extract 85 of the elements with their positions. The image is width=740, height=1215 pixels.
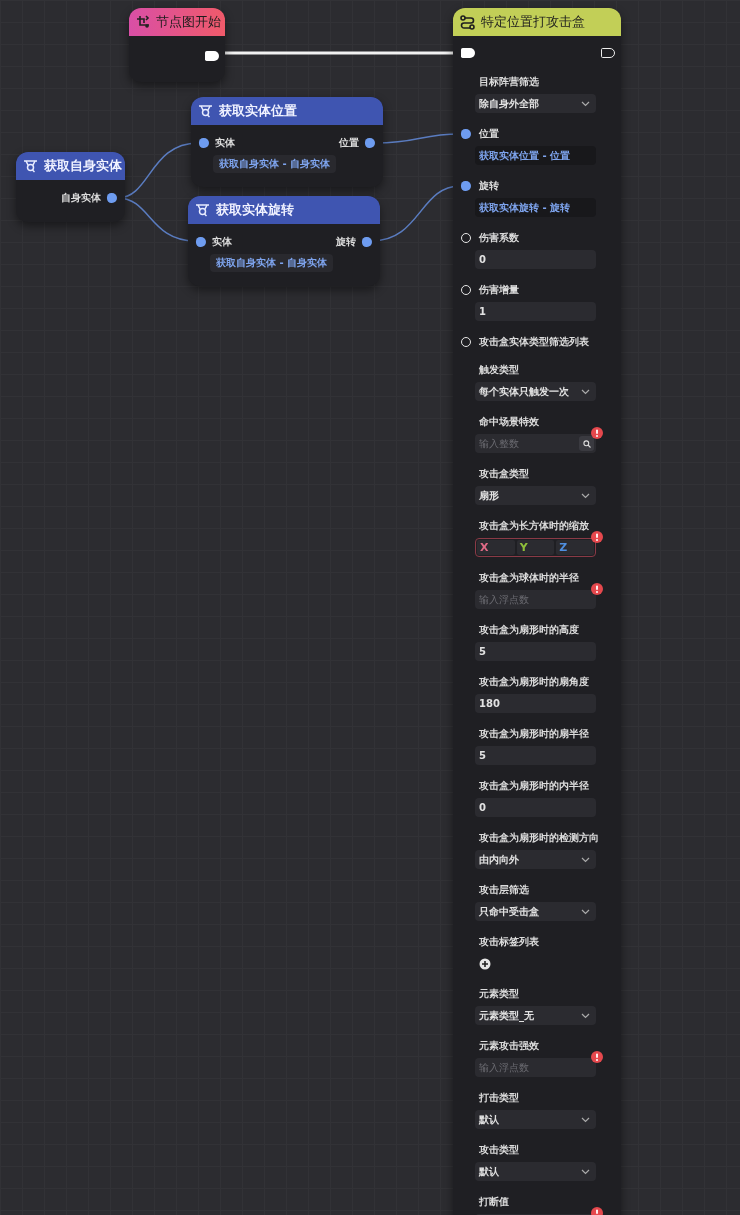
port-label: 实体 bbox=[212, 235, 232, 249]
axis-label: Y bbox=[519, 542, 528, 553]
axis-label: Z bbox=[559, 542, 568, 553]
flow-icon bbox=[136, 15, 150, 29]
input-port[interactable] bbox=[461, 181, 471, 191]
reference-field: 获取实体位置 - 位置 bbox=[475, 146, 596, 165]
dropdown[interactable]: 扇形 bbox=[475, 486, 596, 505]
parameter-label: 旋转 bbox=[479, 179, 499, 193]
chevron-down-icon bbox=[581, 388, 590, 395]
parameter-label: 位置 bbox=[479, 127, 499, 141]
dropdown[interactable]: 默认 bbox=[475, 1162, 596, 1181]
parameter-label: 攻击盒实体类型筛选列表 bbox=[479, 335, 589, 349]
parameter-label: 命中场景特效 bbox=[479, 415, 539, 429]
path-icon bbox=[460, 14, 475, 30]
node-title: 获取自身实体 bbox=[44, 157, 122, 175]
dropdown[interactable]: 只命中受击盒 bbox=[475, 902, 596, 921]
add-icon[interactable] bbox=[479, 957, 491, 970]
parameter-label: 攻击盒为扇形时的扇半径 bbox=[479, 727, 589, 741]
input-field[interactable]: 5 bbox=[475, 642, 596, 661]
chevron-down-icon bbox=[581, 1168, 590, 1175]
output-port[interactable] bbox=[365, 138, 375, 148]
port-label: 位置 bbox=[339, 136, 359, 150]
parameter-label: 攻击类型 bbox=[479, 1143, 519, 1157]
parameter-label: 打断值 bbox=[479, 1195, 509, 1209]
parameter-label: 攻击盒为扇形时的高度 bbox=[479, 623, 579, 637]
port-label: 实体 bbox=[215, 136, 235, 150]
chevron-down-icon bbox=[581, 1012, 590, 1019]
exec-output-port[interactable] bbox=[205, 51, 219, 61]
parameter-label: 攻击盒为扇形时的检测方向 bbox=[479, 831, 599, 845]
dropdown[interactable]: 除自身外全部 bbox=[475, 94, 596, 113]
input-port[interactable] bbox=[199, 138, 209, 148]
parameter-label: 攻击盒为扇形时的内半径 bbox=[479, 779, 589, 793]
input-field[interactable]: 1 bbox=[475, 302, 596, 321]
parameter-label: 伤害增量 bbox=[479, 283, 519, 297]
port-label: 自身实体 bbox=[61, 191, 101, 205]
input-port[interactable] bbox=[196, 237, 206, 247]
dropdown[interactable]: 默认 bbox=[475, 1110, 596, 1129]
filter-icon bbox=[23, 159, 38, 173]
output-port[interactable] bbox=[107, 193, 117, 203]
parameter-label: 伤害系数 bbox=[479, 231, 519, 245]
parameter-label: 攻击盒为长方体时的缩放 bbox=[479, 519, 589, 533]
parameter-label: 攻击盒为球体时的半径 bbox=[479, 571, 579, 585]
port-label: 旋转 bbox=[336, 235, 356, 249]
graph-node[interactable]: 节点图开始 bbox=[129, 8, 225, 82]
filter-icon bbox=[195, 203, 210, 217]
chevron-down-icon bbox=[581, 908, 590, 915]
parameter-label: 攻击层筛选 bbox=[479, 883, 529, 897]
parameter-label: 攻击盒类型 bbox=[479, 467, 529, 481]
graph-node[interactable] bbox=[453, 8, 621, 1215]
parameter-label: 元素类型 bbox=[479, 987, 519, 1001]
input-field[interactable]: 5 bbox=[475, 746, 596, 765]
dropdown[interactable]: 由内向外 bbox=[475, 850, 596, 869]
reference-field: 获取实体旋转 - 旋转 bbox=[475, 198, 596, 217]
graph-node[interactable]: 获取自身实体 自身实体 bbox=[16, 152, 125, 222]
exec-input-port[interactable] bbox=[461, 48, 475, 58]
graph-node[interactable]: 获取实体旋转 实体 旋转 获取自身实体 - 自身实体 bbox=[188, 196, 380, 286]
input-port[interactable] bbox=[461, 129, 471, 139]
filter-icon bbox=[198, 104, 213, 118]
parameter-label: 元素攻击强效 bbox=[479, 1039, 539, 1053]
chevron-down-icon bbox=[581, 856, 590, 863]
vector-field[interactable]: X Y Z bbox=[475, 538, 596, 557]
input-field[interactable]: 0 bbox=[475, 250, 596, 269]
search-button[interactable] bbox=[579, 436, 594, 451]
dropdown[interactable]: 元素类型_无 bbox=[475, 1006, 596, 1025]
dropdown[interactable]: 每个实体只触发一次 bbox=[475, 382, 596, 401]
search-icon bbox=[582, 439, 591, 448]
input-field[interactable]: 0 bbox=[475, 798, 596, 817]
parameter-label: 目标阵营筛选 bbox=[479, 75, 539, 89]
axis-label: X bbox=[480, 542, 489, 553]
node-title: 获取实体旋转 bbox=[216, 201, 294, 219]
parameter-label: 打击类型 bbox=[479, 1091, 519, 1105]
chevron-down-icon bbox=[581, 1116, 590, 1123]
input-field[interactable]: 180 bbox=[475, 694, 596, 713]
chevron-down-icon bbox=[581, 492, 590, 499]
graph-node[interactable]: 获取实体位置 实体 位置 获取自身实体 - 自身实体 bbox=[191, 97, 383, 187]
chevron-down-icon bbox=[581, 100, 590, 107]
source-reference: 获取自身实体 - 自身实体 bbox=[210, 254, 334, 272]
output-port[interactable] bbox=[362, 237, 372, 247]
source-reference: 获取自身实体 - 自身实体 bbox=[213, 155, 337, 173]
node-title: 获取实体位置 bbox=[219, 102, 297, 120]
parameter-label: 攻击盒为扇形时的扇角度 bbox=[479, 675, 589, 689]
node-title: 特定位置打攻击盒 bbox=[481, 13, 585, 31]
parameter-label: 触发类型 bbox=[479, 363, 519, 377]
node-title: 节点图开始 bbox=[156, 13, 221, 31]
parameter-label: 攻击标签列表 bbox=[479, 935, 539, 949]
